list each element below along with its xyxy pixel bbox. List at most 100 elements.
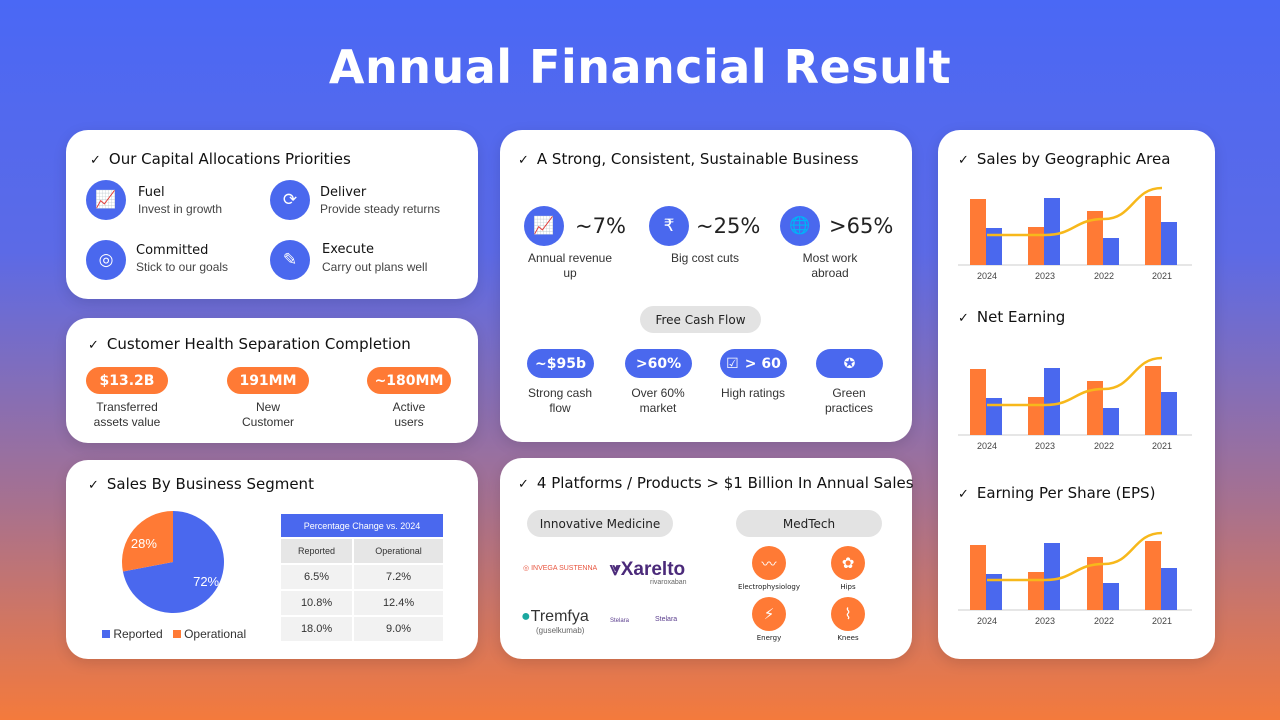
knee-joint-icon: ⌇ <box>831 597 865 631</box>
bar-orange <box>1145 196 1161 265</box>
tremfya-sub: (guselkumab) <box>536 626 585 635</box>
invega-logo: ◎ INVEGA SUSTENNA <box>523 565 598 572</box>
card-heading: ✓ Our Capital Allocations Priorities <box>90 150 351 168</box>
pill-value: > 60 <box>744 355 781 372</box>
stat-caption: Big cost cuts <box>670 251 740 265</box>
charts-card: ✓ Sales by Geographic Area 2024 2023 2022 20… <box>938 130 1215 659</box>
notepad-icon: ✎ <box>270 240 310 280</box>
medtech-label: Hips <box>840 583 856 591</box>
column-header: Reported <box>278 537 355 565</box>
pie-legend: Reported Operational <box>102 627 246 641</box>
globe-icon: 🌐 <box>780 206 820 246</box>
geographic-sales-chart: 2024 2023 2022 2021 <box>958 186 1192 281</box>
item-sub: Invest in growth <box>138 202 223 216</box>
logo-text: Xarelto <box>620 559 686 580</box>
stat-value: $13.2B <box>86 367 168 394</box>
calendar-check-icon: ☑ <box>726 355 739 372</box>
item-label: Fuel <box>138 185 165 200</box>
legend-label: Reported <box>113 627 163 641</box>
hip-joint-icon: ✿ <box>831 546 865 580</box>
table-row: 6.5% 7.2% <box>278 563 445 591</box>
bar-blue <box>1044 198 1060 265</box>
bar-blue <box>1103 583 1119 610</box>
net-earning-chart: 2024 2023 2022 2021 <box>958 356 1192 451</box>
bar-blue <box>1044 368 1060 435</box>
stat-caption: Transferred assets value <box>93 400 161 429</box>
stat-value: ~180MM <box>367 367 451 394</box>
legend-swatch-operational <box>172 630 181 638</box>
innovative-medicine-label: Innovative Medicine <box>527 510 673 537</box>
bar-orange <box>970 199 986 265</box>
stat-caption: Active users <box>392 400 426 429</box>
check-icon: ✓ <box>518 477 529 492</box>
cell: 6.5% <box>278 563 355 591</box>
stat-value: ~7% <box>575 214 626 238</box>
cycle-icon: ⟳ <box>270 180 310 220</box>
item-label: Deliver <box>320 185 367 200</box>
stat-caption: New Customer <box>241 400 294 429</box>
bar-blue <box>1161 222 1177 265</box>
pill-value: ~$95b <box>527 349 594 378</box>
pie-label: 72% <box>193 574 219 589</box>
free-cash-flow-label: Free Cash Flow <box>640 306 761 333</box>
x-tick-label: 2024 <box>977 616 997 626</box>
bar-orange <box>1145 541 1161 610</box>
x-tick-label: 2023 <box>1035 441 1055 451</box>
cell: 10.8% <box>278 589 355 617</box>
heartbeat-icon: 〰 <box>752 546 786 580</box>
medtech-label: Energy <box>756 634 782 642</box>
stelara-logo: Stelara <box>610 618 630 624</box>
heading-text: 4 Platforms / Products > $1 Billion In A… <box>536 474 914 492</box>
segment-card: ✓ Sales By Business Segment 72% 28% Report… <box>66 460 478 659</box>
pill-caption: Strong cash flow <box>527 386 593 415</box>
stat-caption: Annual revenue up <box>527 251 613 280</box>
pie-label: 28% <box>131 536 157 551</box>
x-tick-label: 2022 <box>1094 616 1114 626</box>
chart-title: ✓ Sales by Geographic Area <box>958 150 1170 168</box>
table-row: 10.8% 12.4% <box>278 589 445 617</box>
heading-text: Net Earning <box>976 308 1066 326</box>
trend-line <box>987 356 1163 407</box>
legend-swatch-reported <box>102 630 110 638</box>
bar-blue <box>1161 392 1177 435</box>
medtech-label: MedTech <box>736 510 882 537</box>
heading-text: Customer Health Separation Completion <box>106 335 411 353</box>
check-icon: ✓ <box>958 487 969 502</box>
item-label: Execute <box>322 242 374 257</box>
item-sub: Carry out plans well <box>322 260 428 274</box>
ratings-pill: ☑ > 60 <box>720 349 787 378</box>
heading-text: Earning Per Share (EPS) <box>976 484 1156 502</box>
xarelto-logo: ⩔Xarelto <box>610 559 686 580</box>
platforms-card: ✓ 4 Platforms / Products > $1 Billion In … <box>500 458 914 659</box>
xarelto-sub: rivaroxaban <box>650 579 687 586</box>
bar-orange <box>1028 227 1044 265</box>
x-tick-label: 2024 <box>977 271 997 281</box>
medtech-label: Electrophysiology <box>738 583 800 591</box>
check-icon: ✓ <box>958 311 969 326</box>
card-heading: ✓ A Strong, Consistent, Sustainable Busin… <box>518 150 859 168</box>
bar-orange <box>1028 572 1044 610</box>
lightning-icon: ⚡ <box>752 597 786 631</box>
x-tick-label: 2024 <box>977 441 997 451</box>
item-sub: Stick to our goals <box>136 260 229 274</box>
bar-blue <box>1161 568 1177 610</box>
growth-chart-icon: 📈 <box>86 180 126 220</box>
pill-value: >60% <box>625 349 692 378</box>
bar-blue <box>1044 543 1060 610</box>
heading-text: Our Capital Allocations Priorities <box>108 150 351 168</box>
bar-blue <box>1103 238 1119 265</box>
pill-caption: High ratings <box>720 386 786 400</box>
eps-chart: 2024 2023 2022 2021 <box>958 531 1192 626</box>
rupee-bars-icon: ₹ <box>649 206 689 246</box>
cell: 9.0% <box>352 615 445 643</box>
bar-orange <box>1145 366 1161 435</box>
card-heading: ✓ Customer Health Separation Completion <box>88 335 411 353</box>
x-tick-label: 2021 <box>1152 616 1172 626</box>
page-title: Annual Financial Result <box>328 40 952 94</box>
cell: 18.0% <box>278 615 355 643</box>
stat-value: 191MM <box>227 367 309 394</box>
check-icon: ✓ <box>518 153 529 168</box>
bar-orange <box>970 545 986 610</box>
check-icon: ✓ <box>90 153 101 168</box>
trend-line <box>987 531 1163 582</box>
